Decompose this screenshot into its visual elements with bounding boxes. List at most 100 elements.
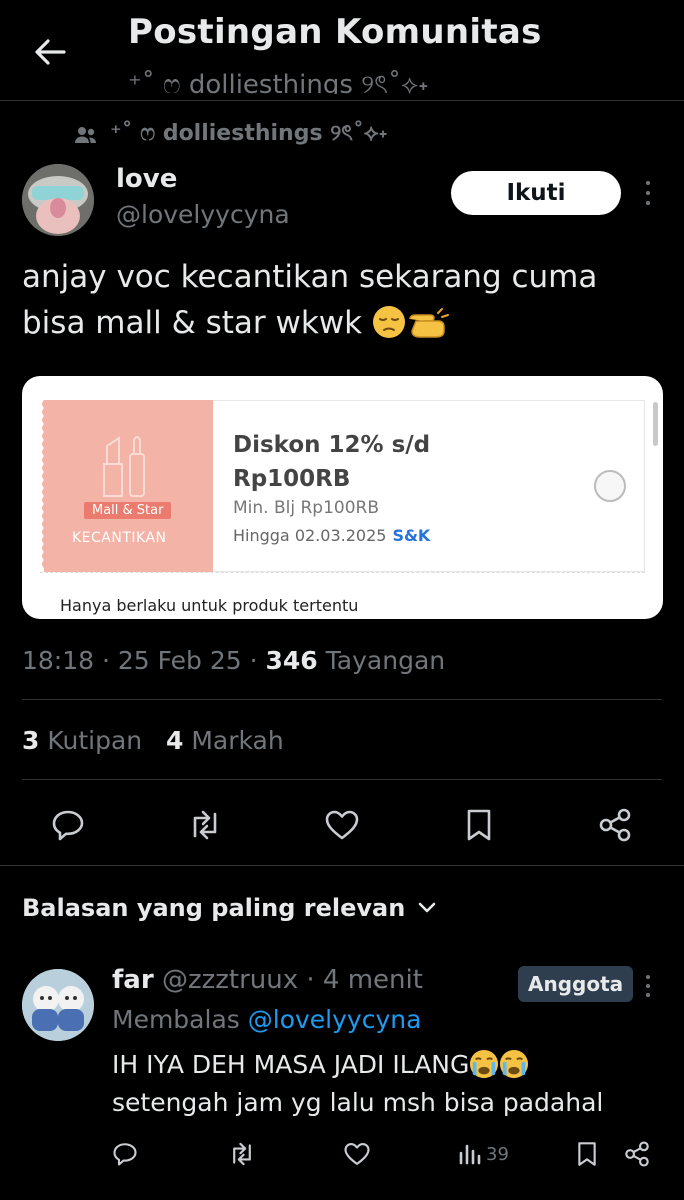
post-meta: 18:18 · 25 Feb 25 · 346 Tayangan [22, 646, 446, 675]
avatar-image [22, 969, 94, 1041]
follow-button[interactable]: Ikuti [451, 171, 621, 215]
voucher-validity: Hingga 02.03.2025 S&K [233, 526, 430, 545]
post-date: 25 Feb 25 [117, 646, 242, 675]
reply-author-name[interactable]: far [112, 965, 154, 995]
repost-icon [233, 1142, 251, 1166]
replies-sort-dropdown[interactable]: Balasan yang paling relevan [22, 894, 437, 922]
reply-views-count: 39 [486, 1143, 509, 1165]
voucher-title-line: Rp100RB [233, 466, 351, 492]
post-time: 18:18 [22, 646, 95, 675]
bookmark-button[interactable] [459, 805, 499, 845]
analytics-icon [459, 1144, 481, 1165]
author-name[interactable]: love [116, 164, 177, 194]
reply-text-line-1: IH IYA DEH MASA JADI ILANG [112, 1046, 652, 1084]
coupon-edge-icon [40, 400, 44, 572]
like-button[interactable] [322, 805, 362, 845]
reply-header: far @zzztruux · 4 menit [112, 965, 423, 995]
like-icon [325, 810, 359, 840]
chevron-down-icon [418, 902, 436, 913]
voucher-radio-icon [594, 470, 626, 502]
reply-action-bar: 39 [112, 1134, 672, 1174]
bookmarks-stat[interactable]: 4 Markah [166, 726, 284, 755]
replying-to: Membalas @lovelyycyna [112, 1005, 421, 1034]
reply-button[interactable] [48, 805, 88, 845]
voucher-min-purchase: Min. Blj Rp100RB [233, 498, 380, 518]
more-dot [646, 181, 650, 185]
more-dot [646, 201, 650, 205]
crying-face-emoji-icon [470, 1049, 499, 1079]
reply-text-line: setengah jam yg lalu msh bisa padahal [112, 1088, 604, 1117]
replies-sort-label: Balasan yang paling relevan [22, 894, 406, 922]
quotes-label: Kutipan [47, 726, 143, 755]
post-text-line: anjay voc kecantikan sekarang cuma [22, 259, 598, 295]
attached-image-voucher[interactable]: Mall & Star KECANTIKAN Diskon 12% s/d Rp… [22, 376, 663, 619]
top-header: Postingan Komunitas ⁺˚ ෆ dolliesthings ୨… [0, 0, 684, 101]
repost-button[interactable] [185, 805, 225, 845]
divider [22, 699, 662, 700]
replying-prefix: Membalas [112, 1005, 240, 1034]
pinching-hand-emoji-icon [409, 308, 449, 338]
reply-reply-button[interactable] [112, 1138, 138, 1170]
voucher-title: Diskon 12% s/d Rp100RB [233, 428, 430, 496]
community-link[interactable]: ⁺˚ ෆ dolliesthings ୨ৎ˚⟡˖ [74, 116, 388, 153]
more-dot [646, 975, 650, 979]
voucher-note: Hanya berlaku untuk produk tertentu [60, 596, 359, 615]
comment-icon [52, 810, 84, 841]
reply-repost-button[interactable] [228, 1138, 256, 1170]
reply-time: 4 menit [322, 965, 423, 995]
lipstick-icon [103, 436, 145, 497]
quotes-stat[interactable]: 3 Kutipan [22, 726, 142, 755]
reply-bookmark-button[interactable] [576, 1138, 598, 1170]
share-icon [599, 808, 631, 842]
author-avatar[interactable] [22, 164, 94, 236]
post-text-line-2: bisa mall & star wkwk [22, 300, 662, 346]
reply-share-button[interactable] [624, 1138, 650, 1170]
voucher-category: KECANTIKAN [72, 530, 167, 546]
member-badge: Anggota [518, 966, 634, 1002]
community-name: ⁺˚ ෆ dolliesthings ୨ৎ˚⟡˖ [110, 121, 388, 146]
community-icon [75, 126, 96, 143]
page-title: Postingan Komunitas [128, 12, 542, 52]
pensive-face-emoji-icon [372, 306, 405, 338]
bookmark-icon [467, 809, 491, 841]
post-text-line: bisa mall & star wkwk [22, 305, 363, 341]
back-button[interactable] [28, 32, 72, 72]
more-dot [646, 191, 650, 195]
bookmarks-label: Markah [191, 726, 284, 755]
quotes-count: 3 [22, 726, 40, 755]
image-scrollbar [653, 402, 658, 446]
more-dot [646, 984, 650, 988]
more-dot [646, 993, 650, 997]
bookmarks-count: 4 [165, 726, 184, 755]
crying-face-emoji-icon [500, 1049, 529, 1079]
more-options-button[interactable] [636, 178, 660, 208]
reply-separator: · [298, 965, 323, 995]
bookmark-icon [578, 1142, 596, 1166]
avatar-image [22, 164, 94, 236]
repost-icon [193, 810, 217, 840]
section-divider [0, 865, 684, 866]
share-icon [625, 1141, 649, 1167]
reply-views-button[interactable]: 39 [458, 1138, 509, 1170]
reply-text: IH IYA DEH MASA JADI ILANG setengah jam … [112, 1046, 652, 1122]
reply-like-button[interactable] [344, 1138, 370, 1170]
post-stats: 3 Kutipan 4 Markah [22, 726, 284, 755]
divider [22, 779, 662, 780]
reply-text-line: IH IYA DEH MASA JADI ILANG [112, 1050, 470, 1079]
reply-author-handle[interactable]: @zzztruux [162, 965, 298, 995]
voucher-badge: Mall & Star [84, 502, 172, 519]
reply-more-options-button[interactable] [636, 972, 660, 1000]
like-icon [344, 1142, 370, 1166]
replying-mention-link[interactable]: @lovelyycyna [248, 1005, 422, 1034]
share-button[interactable] [595, 805, 635, 845]
voucher-divider [40, 572, 645, 573]
reply-author-avatar[interactable] [22, 969, 94, 1041]
post-action-bar [22, 797, 662, 853]
voucher-title-line: Diskon 12% s/d [233, 432, 431, 458]
views-count: 346 [265, 646, 318, 675]
voucher-valid-until: Hingga 02.03.2025 [233, 526, 387, 545]
author-handle[interactable]: @lovelyycyna [116, 200, 290, 229]
voucher-left-panel [40, 400, 213, 572]
page-subtitle: ⁺˚ ෆ dolliesthings ୨ৎ˚⟡˖ [128, 70, 429, 94]
views-label: Tayangan [325, 646, 446, 675]
